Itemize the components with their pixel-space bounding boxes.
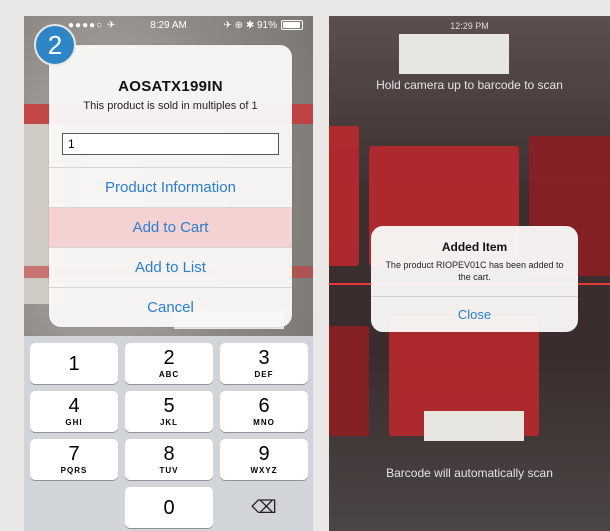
backspace-icon: ⌫ bbox=[251, 497, 277, 517]
left-phone-screen: ●●●●○ ✈ 8:29 AM ✈ ⊕ ✱ 91% AOSATX199IN Th… bbox=[24, 16, 313, 531]
key-letters: TUV bbox=[159, 466, 179, 475]
delete-key[interactable]: ⌫ bbox=[220, 487, 308, 528]
key-letters: GHI bbox=[65, 418, 83, 427]
battery-icon bbox=[281, 20, 303, 30]
key-letters: WXYZ bbox=[250, 466, 278, 475]
key-number: 1 bbox=[68, 353, 80, 375]
product-code-title: AOSATX199IN bbox=[118, 78, 223, 95]
key-8[interactable]: 8 TUV bbox=[125, 439, 213, 480]
key-2[interactable]: 2 ABC bbox=[125, 343, 213, 384]
key-3[interactable]: 3 DEF bbox=[220, 343, 308, 384]
key-number: 4 bbox=[68, 395, 80, 417]
quantity-field[interactable]: 1 bbox=[62, 133, 279, 155]
add-to-list-button[interactable]: Add to List bbox=[49, 247, 292, 287]
added-item-title: Added Item bbox=[441, 240, 508, 254]
key-blank bbox=[30, 487, 118, 528]
step-number-badge: 2 bbox=[34, 24, 76, 66]
key-4[interactable]: 4 GHI bbox=[30, 391, 118, 432]
key-letters: PQRS bbox=[60, 466, 88, 475]
added-item-dialog: Added Item The product RIOPEV01C has bee… bbox=[371, 226, 578, 332]
key-1[interactable]: 1 bbox=[30, 343, 118, 384]
scan-hint-bottom: Barcode will automatically scan bbox=[386, 466, 553, 480]
camera-time: 12:29 PM bbox=[450, 21, 489, 31]
scan-hint-top: Hold camera up to barcode to scan bbox=[376, 78, 563, 92]
key-number: 8 bbox=[163, 443, 175, 465]
key-5[interactable]: 5 JKL bbox=[125, 391, 213, 432]
multiples-message: This product is sold in multiples of 1 bbox=[83, 100, 258, 112]
right-phone-screen: 12:29 PM Hold camera up to barcode to sc… bbox=[329, 16, 610, 531]
key-6[interactable]: 6 MNO bbox=[220, 391, 308, 432]
close-button[interactable]: Close bbox=[371, 296, 578, 332]
key-number: 0 bbox=[163, 497, 175, 519]
product-alert-dialog: AOSATX199IN This product is sold in mult… bbox=[49, 45, 292, 327]
key-9[interactable]: 9 WXYZ bbox=[220, 439, 308, 480]
added-item-message: The product RIOPEV01C has been added to … bbox=[385, 260, 564, 282]
key-number: 2 bbox=[163, 347, 175, 369]
product-information-button[interactable]: Product Information bbox=[49, 167, 292, 207]
screenshot: ●●●●○ ✈ 8:29 AM ✈ ⊕ ✱ 91% AOSATX199IN Th… bbox=[0, 0, 610, 531]
key-letters: JKL bbox=[159, 418, 179, 427]
key-letters: DEF bbox=[254, 370, 274, 379]
key-number: 5 bbox=[163, 395, 175, 417]
key-letters: MNO bbox=[253, 418, 275, 427]
key-0[interactable]: 0 bbox=[125, 487, 213, 528]
key-number: 3 bbox=[258, 347, 270, 369]
cancel-button[interactable]: Cancel bbox=[49, 287, 292, 327]
key-number: 7 bbox=[68, 443, 80, 465]
numeric-keypad: 1 2 ABC 3 DEF 4 GHI 5 JKL 6 MNO 7 PQRS 8… bbox=[24, 336, 313, 531]
key-number: 9 bbox=[258, 443, 270, 465]
key-7[interactable]: 7 PQRS bbox=[30, 439, 118, 480]
add-to-cart-button[interactable]: Add to Cart bbox=[49, 207, 292, 247]
key-letters: ABC bbox=[158, 370, 180, 379]
key-number: 6 bbox=[258, 395, 270, 417]
